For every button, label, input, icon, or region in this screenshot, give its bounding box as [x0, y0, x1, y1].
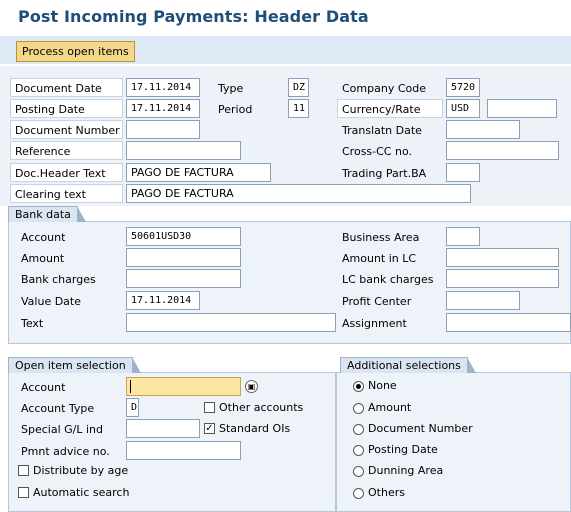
currency-field[interactable]: USD — [446, 99, 480, 118]
oi-account-field[interactable] — [126, 377, 241, 396]
document-number-field[interactable] — [126, 120, 200, 139]
currency-rate-label: Currency/Rate — [337, 99, 443, 118]
bank-account-label: Account — [21, 231, 66, 244]
pmnt-advice-label: Pmnt advice no. — [21, 445, 110, 458]
reference-field[interactable] — [126, 141, 241, 160]
posting-date-field[interactable]: 17.11.2014 — [126, 99, 200, 118]
other-accounts-label: Other accounts — [219, 401, 304, 414]
radio-posting-date-label: Posting Date — [368, 443, 438, 456]
type-field[interactable]: DZ — [288, 78, 309, 97]
pmnt-advice-field[interactable] — [126, 441, 241, 460]
special-gl-label: Special G/L ind — [21, 423, 103, 436]
profit-center-field[interactable] — [446, 291, 520, 310]
text-field[interactable] — [126, 313, 336, 332]
assignment-field[interactable] — [446, 313, 571, 332]
cross-cc-label: Cross-CC no. — [342, 145, 412, 158]
distribute-by-age-label: Distribute by age — [33, 464, 129, 477]
radio-dunning-area[interactable] — [353, 466, 364, 477]
radio-amount[interactable] — [353, 403, 364, 414]
amount-in-lc-field[interactable] — [446, 248, 559, 267]
value-date-field[interactable]: 17.11.2014 — [126, 291, 200, 310]
document-date-label: Document Date — [10, 78, 123, 97]
doc-header-text-label: Doc.Header Text — [10, 163, 123, 182]
process-open-items-button[interactable]: Process open items — [16, 41, 135, 62]
clearing-text-field[interactable]: PAGO DE FACTURA — [126, 184, 471, 203]
automatic-search-checkbox[interactable] — [18, 487, 29, 498]
automatic-search-label: Automatic search — [33, 486, 130, 499]
standard-ois-checkbox[interactable]: ✓ — [204, 423, 215, 434]
amount-in-lc-label: Amount in LC — [342, 252, 417, 265]
business-area-label: Business Area — [342, 231, 420, 244]
radio-dunning-area-label: Dunning Area — [368, 464, 444, 477]
radio-document-number-label: Document Number — [368, 422, 473, 435]
radio-none-label: None — [368, 379, 397, 392]
radio-others[interactable] — [353, 488, 364, 499]
bank-charges-label: Bank charges — [21, 273, 96, 286]
open-item-selection-tab: Open item selection — [8, 357, 141, 373]
account-type-label: Account Type — [21, 402, 95, 415]
value-help-icon[interactable]: ▣ — [245, 380, 258, 393]
distribute-by-age-checkbox[interactable] — [18, 465, 29, 476]
trading-part-field[interactable] — [446, 163, 480, 182]
text-label: Text — [21, 317, 44, 330]
bank-charges-field[interactable] — [126, 269, 241, 288]
bank-account-field[interactable]: 50601USD30 — [126, 227, 241, 246]
trading-part-label: Trading Part.BA — [342, 167, 427, 180]
business-area-field[interactable] — [446, 227, 480, 246]
amount-label: Amount — [21, 252, 65, 265]
doc-header-text-field[interactable]: PAGO DE FACTURA — [126, 163, 271, 182]
radio-document-number[interactable] — [353, 424, 364, 435]
profit-center-label: Profit Center — [342, 295, 412, 308]
lc-bank-charges-field[interactable] — [446, 269, 559, 288]
reference-label: Reference — [10, 141, 123, 160]
company-code-field[interactable]: 5720 — [446, 78, 480, 97]
radio-posting-date[interactable] — [353, 445, 364, 456]
lc-bank-charges-label: LC bank charges — [342, 273, 434, 286]
amount-field[interactable] — [126, 248, 241, 267]
assignment-label: Assignment — [342, 317, 407, 330]
special-gl-field[interactable] — [126, 419, 200, 438]
translation-date-field[interactable] — [446, 120, 520, 139]
period-field[interactable]: 11 — [288, 99, 309, 118]
radio-none[interactable] — [353, 381, 364, 392]
translation-date-label: Translatn Date — [342, 124, 422, 137]
period-label: Period — [218, 103, 253, 116]
other-accounts-checkbox[interactable] — [204, 402, 215, 413]
document-date-field[interactable]: 17.11.2014 — [126, 78, 200, 97]
exchange-rate-field[interactable] — [487, 99, 557, 118]
radio-others-label: Others — [368, 486, 405, 499]
document-number-label: Document Number — [10, 120, 123, 139]
bank-data-tab: Bank data — [8, 206, 86, 222]
account-type-field[interactable]: D — [126, 398, 139, 417]
clearing-text-label: Clearing text — [10, 184, 123, 203]
additional-selections-tab: Additional selections — [340, 357, 476, 373]
text-cursor — [130, 380, 131, 393]
page-title: Post Incoming Payments: Header Data — [18, 7, 369, 26]
company-code-label: Company Code — [342, 82, 426, 95]
cross-cc-field[interactable] — [446, 141, 559, 160]
value-date-label: Value Date — [21, 295, 81, 308]
radio-amount-label: Amount — [368, 401, 412, 414]
posting-date-label: Posting Date — [10, 99, 123, 118]
standard-ois-label: Standard OIs — [219, 422, 291, 435]
type-label: Type — [218, 82, 244, 95]
oi-account-label: Account — [21, 381, 66, 394]
